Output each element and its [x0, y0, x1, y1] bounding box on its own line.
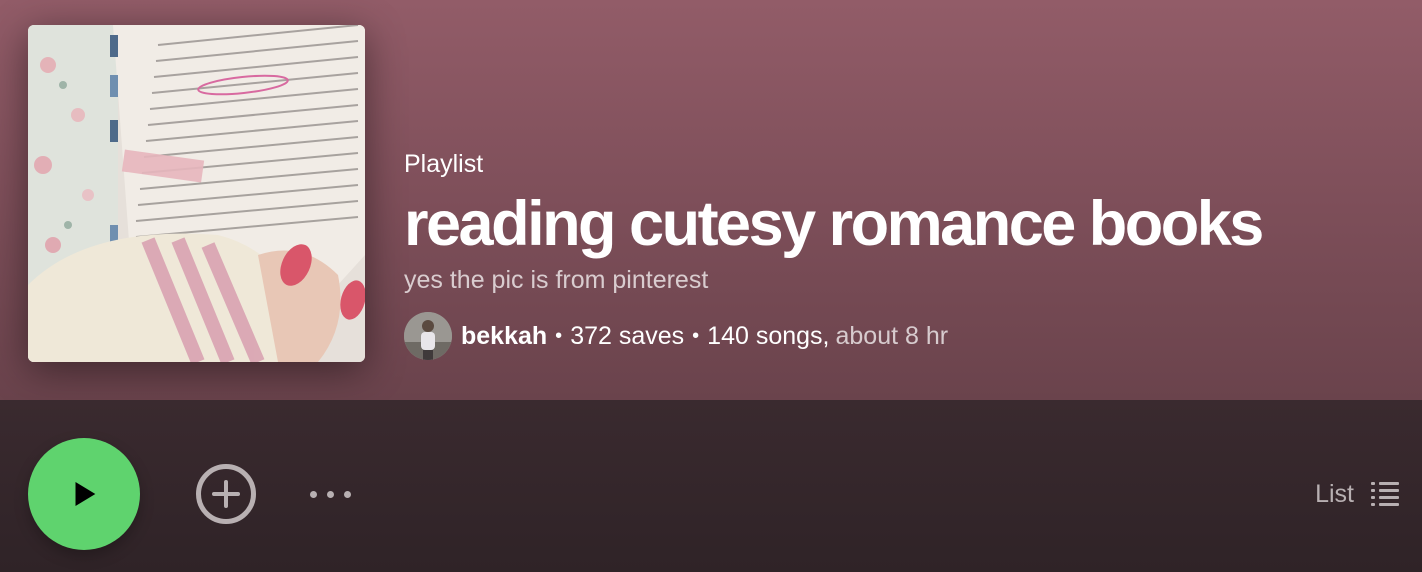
- add-to-library-button[interactable]: [196, 464, 256, 524]
- play-button[interactable]: [28, 438, 140, 550]
- list-view-icon: [1371, 482, 1399, 506]
- more-options-icon-dot: [326, 490, 334, 498]
- playlist-title[interactable]: reading cutesy romance books: [404, 186, 1404, 262]
- owner-name-link[interactable]: bekkah: [461, 320, 547, 352]
- plus-circle-icon: [212, 480, 240, 508]
- view-mode-toggle[interactable]: List: [1315, 476, 1400, 512]
- avatar-image: [404, 312, 452, 360]
- playlist-cover-image[interactable]: [28, 25, 365, 362]
- playlist-duration: about 8 hr: [835, 322, 949, 350]
- playlist-meta: Playlist reading cutesy romance books ye…: [404, 148, 1404, 360]
- playlist-byline: bekkah • 372 saves • 140 songs, about 8 …: [404, 312, 1404, 360]
- more-options-icon: [309, 490, 317, 498]
- playlist-description: yes the pic is from pinterest: [404, 266, 709, 294]
- songs-count: 140 songs,: [707, 322, 830, 350]
- more-options-icon-dot: [343, 490, 351, 498]
- view-mode-label: List: [1315, 479, 1354, 508]
- cover-photo-illustration: [28, 25, 365, 362]
- playlist-header: Playlist reading cutesy romance books ye…: [0, 0, 1422, 400]
- saves-count: 372 saves: [570, 322, 685, 350]
- more-options-button[interactable]: [300, 480, 360, 508]
- separator-dot: •: [555, 325, 563, 347]
- separator-dot: •: [692, 325, 700, 347]
- playlist-type-label: Playlist: [404, 150, 484, 178]
- action-bar: List: [0, 400, 1422, 572]
- owner-avatar[interactable]: [404, 312, 452, 360]
- play-icon: [75, 481, 96, 507]
